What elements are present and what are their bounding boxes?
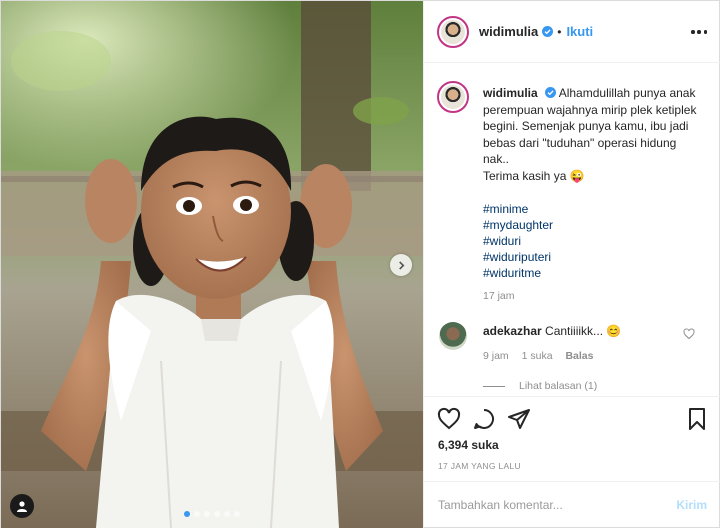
hashtag-list: #minime #mydaughter #widuri #widuriputer…: [483, 201, 705, 281]
heart-icon[interactable]: [437, 407, 461, 431]
post-side-panel: widimulia • Ikuti widimulia Alhamdulilla…: [423, 1, 720, 528]
hashtag-link[interactable]: #widuritme: [483, 265, 705, 281]
caption-username[interactable]: widimulia: [483, 86, 538, 100]
comment-input[interactable]: [438, 498, 677, 512]
comment-meta: 9 jam 1 suka Balas: [483, 350, 604, 362]
carousel-dot: [184, 511, 190, 517]
verified-badge-icon: [542, 26, 554, 37]
comments-list[interactable]: widimulia Alhamdulillah punya anak perem…: [424, 64, 720, 396]
more-options-icon[interactable]: [691, 24, 707, 40]
commenter-username[interactable]: adekazhar: [483, 324, 542, 338]
author-username[interactable]: widimulia: [479, 24, 538, 39]
likes-count[interactable]: 6,394 suka: [438, 438, 499, 452]
separator-bullet: •: [557, 24, 562, 39]
caption-thanks: Terima kasih ya 😜: [483, 168, 585, 183]
hashtag-link[interactable]: #widuriputeri: [483, 249, 705, 265]
reply-button[interactable]: Balas: [565, 350, 593, 362]
post-photo[interactable]: [1, 1, 423, 528]
action-bar: [437, 407, 709, 433]
caption-body: widimulia Alhamdulillah punya anak perem…: [483, 85, 705, 281]
comment-time[interactable]: 9 jam: [483, 350, 509, 362]
replies-divider: [483, 385, 505, 387]
comment-like-heart-icon[interactable]: [683, 328, 695, 340]
carousel-dot: [234, 511, 240, 517]
post-dialog: widimulia • Ikuti widimulia Alhamdulilla…: [0, 0, 720, 528]
comment-text: Cantiiiikk... 😊: [545, 324, 622, 338]
photo-illustration: [1, 1, 423, 528]
hashtag-link[interactable]: #mydaughter: [483, 217, 705, 233]
view-replies-button[interactable]: Lihat balasan (1): [483, 380, 597, 392]
caption-avatar[interactable]: [437, 81, 469, 113]
hashtag-link[interactable]: #minime: [483, 201, 705, 217]
carousel-next-button[interactable]: [390, 254, 412, 276]
chevron-right-icon: [398, 260, 404, 270]
post-timestamp[interactable]: 17 JAM YANG LALU: [438, 461, 521, 471]
author-avatar[interactable]: [437, 15, 469, 48]
view-replies-label: Lihat balasan (1): [519, 380, 598, 392]
comment-icon[interactable]: [472, 407, 496, 431]
carousel-dot: [214, 511, 220, 517]
hashtag-link[interactable]: #widuri: [483, 233, 705, 249]
bookmark-icon[interactable]: [685, 407, 709, 431]
post-header: widimulia • Ikuti: [424, 1, 720, 63]
carousel-dot: [224, 511, 230, 517]
carousel-dot: [204, 511, 210, 517]
caption-timestamp[interactable]: 17 jam: [483, 290, 515, 302]
comment-likes[interactable]: 1 suka: [522, 350, 553, 362]
share-icon[interactable]: [507, 407, 531, 431]
post-comment-button[interactable]: Kirim: [676, 498, 707, 512]
post-actions-section: 6,394 suka 17 JAM YANG LALU: [424, 396, 720, 481]
add-comment-bar: Kirim: [424, 481, 720, 528]
carousel-indicator: [1, 511, 423, 517]
follow-button[interactable]: Ikuti: [566, 24, 593, 39]
carousel-dot: [194, 511, 200, 517]
commenter-avatar[interactable]: [439, 322, 467, 350]
comment-body: adekazhar Cantiiiikk... 😊: [483, 324, 683, 338]
verified-badge-icon: [545, 87, 557, 98]
